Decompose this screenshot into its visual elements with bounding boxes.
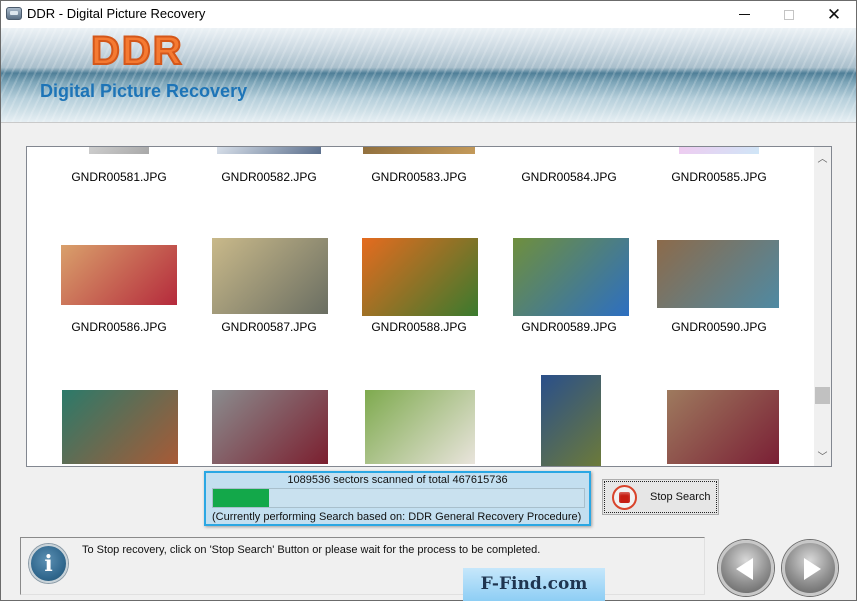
photo-thumbnail[interactable] bbox=[212, 238, 328, 314]
photo-thumbnail[interactable] bbox=[365, 390, 475, 464]
maximize-button[interactable] bbox=[766, 1, 812, 28]
window-title: DDR - Digital Picture Recovery bbox=[27, 6, 206, 21]
vertical-scrollbar[interactable]: ︿ ﹀ bbox=[814, 147, 831, 466]
photo-thumbnail[interactable] bbox=[657, 240, 779, 308]
photo-thumbnail[interactable] bbox=[61, 245, 177, 305]
photo-filename: GNDR00590.JPG bbox=[671, 320, 767, 334]
scan-progress-panel: 1089536 sectors scanned of total 4676157… bbox=[204, 471, 591, 526]
app-window: DDR - Digital Picture Recovery ✕ DDR Dig… bbox=[0, 0, 857, 601]
photo-thumbnail[interactable] bbox=[541, 375, 601, 466]
photo-thumbnail[interactable] bbox=[212, 390, 328, 464]
photo-filename: GNDR00583.JPG bbox=[371, 170, 467, 184]
header-banner: DDR Digital Picture Recovery bbox=[1, 28, 856, 123]
chevron-up-icon: ︿ bbox=[817, 154, 828, 165]
photo-filename: GNDR00581.JPG bbox=[71, 170, 167, 184]
photo-thumbnail[interactable] bbox=[217, 147, 321, 154]
photo-thumbnail[interactable] bbox=[679, 147, 759, 154]
watermark-label: F-Find.com bbox=[463, 568, 605, 601]
recovery-procedure-text: (Currently performing Search based on: D… bbox=[212, 511, 582, 523]
progress-bar-fill bbox=[213, 489, 269, 507]
minimize-icon bbox=[738, 14, 750, 15]
app-icon bbox=[6, 7, 22, 20]
stop-search-label: Stop Search bbox=[650, 491, 711, 503]
photo-thumbnail[interactable] bbox=[362, 238, 478, 316]
sectors-scanned-status: 1089536 sectors scanned of total 4676157… bbox=[287, 474, 508, 486]
info-message: To Stop recovery, click on 'Stop Search'… bbox=[82, 544, 541, 556]
ddr-logo: DDR bbox=[90, 28, 184, 74]
photo-thumbnail[interactable] bbox=[89, 147, 149, 154]
arrow-left-icon bbox=[736, 558, 753, 580]
minimize-button[interactable] bbox=[721, 1, 767, 28]
photo-thumbnail[interactable] bbox=[513, 238, 629, 316]
product-subtitle: Digital Picture Recovery bbox=[40, 81, 248, 101]
photo-thumbnail[interactable] bbox=[363, 147, 475, 154]
scroll-up-button[interactable]: ︿ bbox=[814, 149, 831, 166]
scroll-down-button[interactable]: ﹀ bbox=[814, 447, 831, 464]
photo-filename: GNDR00589.JPG bbox=[521, 320, 617, 334]
chevron-down-icon: ﹀ bbox=[817, 452, 828, 463]
photo-filename: GNDR00588.JPG bbox=[371, 320, 467, 334]
arrow-right-icon bbox=[804, 558, 821, 580]
photo-filename: GNDR00586.JPG bbox=[71, 320, 167, 334]
photo-thumbnail[interactable] bbox=[62, 390, 178, 464]
photo-filename: GNDR00587.JPG bbox=[221, 320, 317, 334]
maximize-icon bbox=[784, 9, 794, 20]
close-icon: ✕ bbox=[826, 4, 842, 24]
photo-filename: GNDR00582.JPG bbox=[221, 170, 317, 184]
photo-filename: GNDR00584.JPG bbox=[521, 170, 617, 184]
photo-filename: GNDR00585.JPG bbox=[671, 170, 767, 184]
back-button[interactable] bbox=[718, 540, 774, 596]
stop-icon bbox=[612, 485, 637, 510]
progress-bar bbox=[212, 488, 585, 508]
close-button[interactable]: ✕ bbox=[811, 1, 857, 28]
recovered-photos-gallery[interactable]: ︿ ﹀ GNDR00581.JPG GNDR00582.JPG GNDR00583.… bbox=[26, 146, 832, 467]
scroll-thumb[interactable] bbox=[815, 387, 830, 404]
stop-search-button[interactable]: Stop Search bbox=[602, 479, 719, 515]
info-icon: i bbox=[29, 544, 68, 583]
next-button[interactable] bbox=[782, 540, 838, 596]
title-bar: DDR - Digital Picture Recovery ✕ bbox=[1, 1, 856, 28]
photo-thumbnail[interactable] bbox=[667, 390, 779, 464]
